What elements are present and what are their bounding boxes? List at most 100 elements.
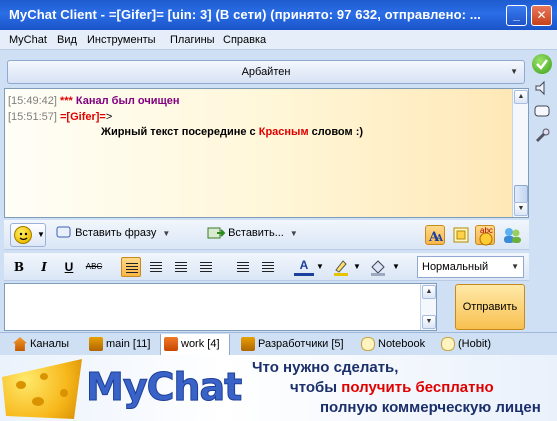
- justify-icon: [200, 262, 212, 272]
- align-left-button[interactable]: [121, 257, 141, 277]
- system-message: Канал был очищен: [75, 95, 180, 107]
- menu-view[interactable]: Вид: [57, 34, 77, 46]
- menu-help[interactable]: Справка: [223, 34, 266, 46]
- check-icon: [536, 59, 548, 70]
- align-center-button[interactable]: [146, 257, 166, 277]
- highlight-color-button[interactable]: [331, 257, 351, 277]
- tools-icon: [535, 128, 550, 143]
- speaker-icon: [535, 80, 545, 96]
- banner-line-1: Что нужно сделать,: [252, 359, 399, 376]
- chat-scrollbar[interactable]: ▲ ▼: [512, 89, 528, 217]
- underline-button[interactable]: U: [59, 257, 79, 277]
- banner-line-2: чтобы получить бесплатно: [290, 379, 494, 396]
- font-toggle-icon[interactable]: AA: [425, 225, 445, 245]
- paint-bucket-icon: [371, 260, 385, 276]
- message-input[interactable]: ▲ ▼: [4, 283, 437, 331]
- scroll-up-icon[interactable]: ▲: [422, 285, 436, 299]
- text-color-button[interactable]: A: [294, 257, 314, 276]
- tab-channels[interactable]: Каналы: [10, 334, 80, 354]
- chevron-down-icon: ▼: [510, 67, 518, 76]
- menu-mychat[interactable]: MyChat: [9, 34, 47, 46]
- tab-work[interactable]: work [4]: [160, 334, 230, 356]
- tab-label: Разработчики [5]: [258, 338, 344, 350]
- outdent-icon: [237, 262, 249, 272]
- send-button[interactable]: Отправить: [455, 284, 525, 330]
- tab-developers[interactable]: Разработчики [5]: [238, 334, 350, 354]
- brand-logo-text: MyChat: [85, 365, 242, 410]
- banner-line-2-highlight: получить бесплатно: [341, 379, 494, 396]
- tab-main[interactable]: main [11]: [86, 334, 156, 354]
- sound-icon[interactable]: [532, 78, 552, 98]
- window-title: MyChat Client - =[Gifer]= [uin: 3] (В се…: [9, 7, 481, 22]
- tab-label: (Hobit): [458, 338, 492, 350]
- paragraph-style-select[interactable]: Нормальный ▼: [417, 256, 524, 278]
- scroll-up-icon[interactable]: ▲: [514, 90, 528, 104]
- scroll-down-icon[interactable]: ▼: [422, 315, 436, 329]
- emoticon-toggle-icon[interactable]: abc: [475, 225, 495, 246]
- menu-plugins[interactable]: Плагины: [170, 34, 215, 46]
- insert-phrase-label: Вставить фразу: [75, 226, 157, 239]
- insert-button[interactable]: Вставить... ▼: [207, 226, 298, 240]
- tab-notebook[interactable]: Notebook: [358, 334, 438, 354]
- gift-icon: [241, 337, 255, 351]
- chevron-down-icon: ▼: [289, 228, 298, 238]
- home-icon: [13, 337, 27, 351]
- smiley-button[interactable]: ▼: [10, 223, 46, 247]
- align-right-button[interactable]: [171, 257, 191, 277]
- outdent-button[interactable]: [233, 257, 253, 277]
- menu-bar: MyChat Вид Инструменты Плагины Справка: [0, 30, 557, 50]
- gift-icon: [89, 337, 103, 351]
- chevron-down-icon[interactable]: ▼: [392, 262, 400, 271]
- indent-button[interactable]: [258, 257, 278, 277]
- tab-label: Notebook: [378, 338, 426, 350]
- message-icon[interactable]: [532, 102, 552, 122]
- style-value: Нормальный: [422, 261, 489, 273]
- menu-tools[interactable]: Инструменты: [87, 34, 156, 46]
- scroll-thumb[interactable]: [514, 185, 528, 203]
- chevron-down-icon[interactable]: ▼: [353, 262, 361, 271]
- background-color-button[interactable]: [368, 257, 388, 277]
- chevron-down-icon: ▼: [37, 230, 45, 239]
- message-text: Жирный текст посередине с: [101, 126, 259, 138]
- banner-line-2-start: чтобы: [290, 379, 342, 396]
- channel-tabs: Каналы main [11] work [4] Разработчики […: [0, 332, 557, 356]
- tab-label: main [11]: [106, 338, 151, 350]
- cheese-logo-icon: [2, 359, 82, 419]
- format-toolbar: B I U ABC A ▼ ▼ ▼ Нормальный ▼: [4, 253, 529, 281]
- chat-log[interactable]: [15:49:42] *** Канал был очищен [15:51:5…: [4, 88, 529, 218]
- insert-label: Вставить...: [228, 226, 284, 239]
- justify-button[interactable]: [196, 257, 216, 277]
- system-prefix: ***: [60, 95, 73, 107]
- scroll-down-icon[interactable]: ▼: [514, 202, 528, 216]
- close-button[interactable]: ✕: [531, 5, 552, 26]
- strikethrough-button[interactable]: ABC: [84, 257, 104, 277]
- settings-icon[interactable]: [532, 126, 552, 146]
- bold-button[interactable]: B: [9, 257, 29, 277]
- tab-hobit[interactable]: (Hobit): [438, 334, 508, 354]
- banner-line-3: полную коммерческую лицен: [320, 399, 541, 416]
- italic-button[interactable]: I: [34, 257, 54, 277]
- chat-bubble-icon: [441, 337, 455, 351]
- highlighter-icon: [334, 260, 348, 276]
- tab-label: Каналы: [30, 338, 70, 350]
- online-status-icon[interactable]: [532, 54, 552, 74]
- align-center-icon: [150, 262, 162, 272]
- chevron-down-icon[interactable]: ▼: [316, 262, 324, 271]
- chat-bubble-icon: [534, 105, 550, 117]
- message-text-end: словом :): [308, 126, 364, 138]
- svg-text:A: A: [435, 234, 444, 244]
- nick-arrow: >: [105, 111, 113, 123]
- users-icon[interactable]: [501, 225, 521, 245]
- room-selector[interactable]: Арбайтен ▼: [7, 60, 525, 84]
- minimize-button[interactable]: _: [506, 5, 527, 26]
- message-toolbar: ▼ Вставить фразу ▼ Вставить... ▼ AA abc: [4, 220, 529, 250]
- ad-banner[interactable]: MyChat Что нужно сделать, чтобы получить…: [0, 355, 557, 421]
- nickname[interactable]: =[Gifer]=: [60, 111, 106, 123]
- insert-icon: [207, 227, 226, 239]
- translate-icon[interactable]: [451, 225, 471, 245]
- input-scrollbar[interactable]: ▲ ▼: [420, 284, 436, 330]
- chat-line: [15:51:57] =[Gifer]=>: [8, 111, 112, 123]
- align-left-icon: [126, 263, 138, 273]
- insert-phrase-button[interactable]: Вставить фразу ▼: [56, 226, 170, 240]
- chat-bubble-icon: [361, 337, 375, 351]
